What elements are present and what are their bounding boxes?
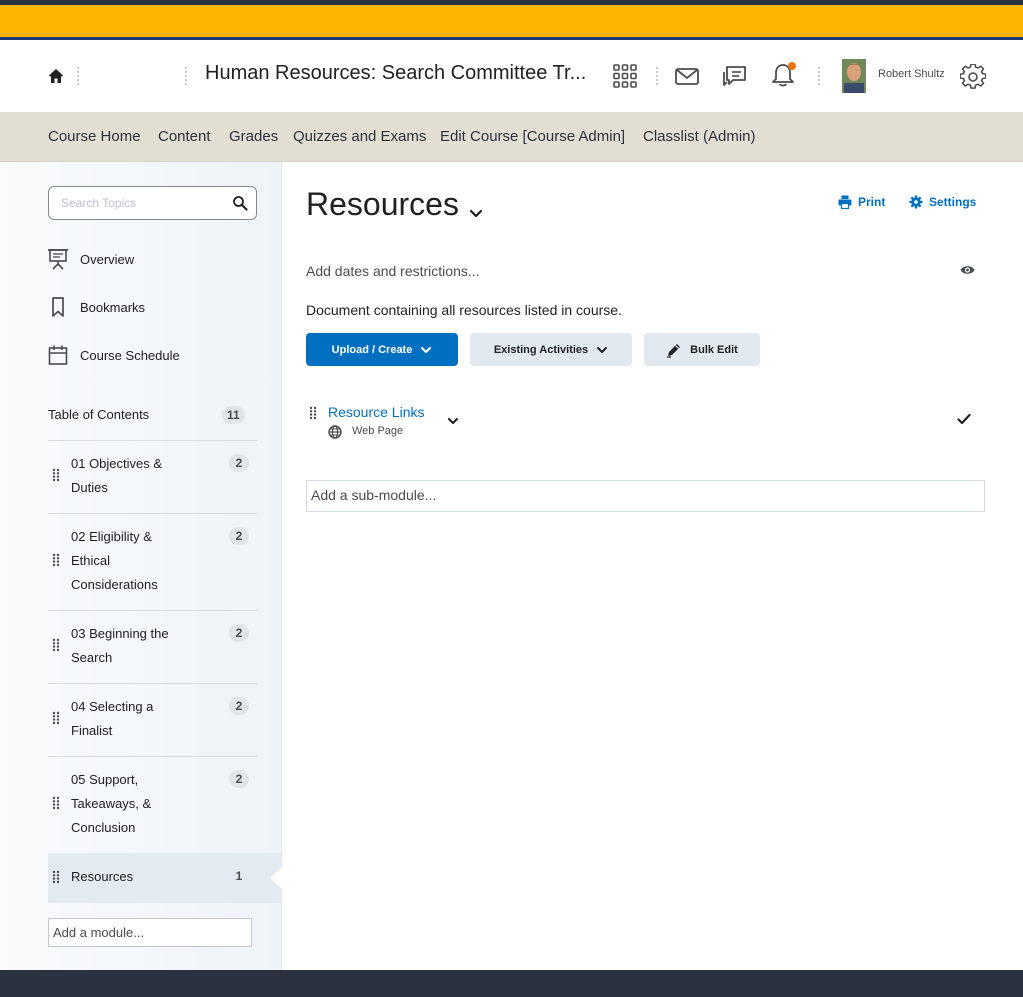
chevron-down-icon xyxy=(421,346,432,353)
existing-activities-button[interactable]: Existing Activities xyxy=(470,333,632,366)
separator xyxy=(818,67,820,85)
module-count-badge: 2 xyxy=(229,770,249,788)
module-count-badge: 2 xyxy=(229,697,249,715)
page-title: Resources xyxy=(306,186,459,222)
checkmark-icon[interactable] xyxy=(957,412,971,426)
module-label: Resources xyxy=(71,869,134,884)
print-label: Print xyxy=(858,195,886,209)
toc-count-badge: 11 xyxy=(222,406,245,424)
module-label: 05 Support, Takeaways, & Conclusion xyxy=(71,772,152,835)
chevron-down-icon xyxy=(597,346,608,353)
search-icon[interactable] xyxy=(232,195,248,211)
divider xyxy=(48,513,257,514)
globe-icon xyxy=(328,425,342,439)
notification-dot xyxy=(788,62,796,70)
module-label: 01 Objectives & Duties xyxy=(71,456,163,495)
separator xyxy=(77,67,79,85)
add-dates-restrictions-link[interactable]: Add dates and restrictions... xyxy=(306,263,480,279)
module-item[interactable]: 03 Beginning the Search 2 xyxy=(48,622,257,670)
drag-handle-icon[interactable] xyxy=(52,711,60,725)
chevron-down-icon[interactable] xyxy=(446,414,460,428)
printer-icon xyxy=(838,195,852,209)
module-item[interactable]: 04 Selecting a Finalist 2 xyxy=(48,695,257,743)
nav-grades[interactable]: Grades xyxy=(229,128,278,145)
add-module-input[interactable]: Add a module... xyxy=(48,918,252,947)
active-indicator xyxy=(270,867,282,889)
bulk-edit-label: Bulk Edit xyxy=(690,343,738,356)
module-label: 03 Beginning the Search xyxy=(71,626,169,665)
module-count-badge: 2 xyxy=(229,527,249,545)
sidebar-item-label: Bookmarks xyxy=(80,300,146,315)
course-title[interactable]: Human Resources: Search Committee Tr... xyxy=(205,62,586,85)
gear-icon xyxy=(909,195,923,209)
module-label: 02 Eligibility & Ethical Considerations xyxy=(71,529,158,592)
table-of-contents-link[interactable]: Table of Contents xyxy=(48,407,149,422)
settings-label: Settings xyxy=(929,195,977,209)
mail-icon[interactable] xyxy=(674,64,700,90)
divider xyxy=(48,440,257,441)
divider xyxy=(48,683,257,684)
drag-handle-icon[interactable] xyxy=(52,638,60,652)
nav-classlist[interactable]: Classlist (Admin) xyxy=(643,128,756,145)
module-count-badge: 2 xyxy=(229,454,249,472)
waffle-icon[interactable] xyxy=(612,63,638,89)
avatar[interactable] xyxy=(842,59,866,93)
minibar: Human Resources: Search Committee Tr... … xyxy=(0,40,1023,112)
module-label: 04 Selecting a Finalist xyxy=(71,699,154,738)
drag-handle-icon[interactable] xyxy=(52,553,60,567)
search-topics[interactable] xyxy=(48,186,257,220)
module-count-badge: 2 xyxy=(229,624,249,642)
topic-link[interactable]: Resource Links xyxy=(328,404,425,420)
existing-activities-label: Existing Activities xyxy=(493,343,589,356)
nav-quizzes[interactable]: Quizzes and Exams xyxy=(293,128,426,145)
presentation-icon xyxy=(48,249,68,270)
module-count-badge: 1 xyxy=(235,869,243,883)
upload-create-label: Upload / Create xyxy=(331,343,413,356)
drag-handle-icon[interactable] xyxy=(52,796,60,810)
bookmark-icon xyxy=(52,297,64,317)
separator xyxy=(185,67,187,85)
calendar-icon xyxy=(48,345,68,365)
content-sidebar: Overview Bookmarks Course Schedule Table… xyxy=(0,162,282,970)
topic-type: Web Page xyxy=(352,425,404,437)
brand-band xyxy=(0,5,1023,37)
search-input[interactable] xyxy=(61,196,221,210)
nav-content[interactable]: Content xyxy=(158,128,211,145)
nav-edit-course[interactable]: Edit Course [Course Admin] xyxy=(440,128,625,145)
divider xyxy=(48,756,257,757)
module-item[interactable]: 05 Support, Takeaways, & Conclusion 2 xyxy=(48,768,257,840)
pencil-icon xyxy=(667,343,681,358)
module-description: Document containing all resources listed… xyxy=(306,302,622,318)
gear-icon[interactable] xyxy=(960,64,986,90)
module-item-resources[interactable]: Resources 1 xyxy=(48,865,257,889)
chevron-down-icon[interactable] xyxy=(468,205,484,221)
eye-icon[interactable] xyxy=(960,264,975,276)
separator xyxy=(656,67,658,85)
divider xyxy=(48,610,257,611)
course-navbar: Course Home Content Grades Quizzes and E… xyxy=(0,112,1023,162)
add-sub-module-input[interactable]: Add a sub-module... xyxy=(306,480,985,512)
sidebar-item-label: Course Schedule xyxy=(80,348,180,363)
bulk-edit-button[interactable]: Bulk Edit xyxy=(644,333,760,366)
nav-course-home[interactable]: Course Home xyxy=(48,128,141,145)
drag-handle-icon[interactable] xyxy=(309,406,317,420)
module-item[interactable]: 02 Eligibility & Ethical Considerations … xyxy=(48,525,257,597)
upload-create-button[interactable]: Upload / Create xyxy=(306,333,458,366)
module-item[interactable]: 01 Objectives & Duties 2 xyxy=(48,452,257,500)
footer-bar xyxy=(0,970,1023,997)
user-name[interactable]: Robert Shultz xyxy=(878,68,945,80)
drag-handle-icon[interactable] xyxy=(52,870,60,884)
home-icon[interactable] xyxy=(47,67,65,85)
chat-icon[interactable] xyxy=(722,64,748,90)
drag-handle-icon[interactable] xyxy=(52,468,60,482)
sidebar-item-label: Overview xyxy=(80,252,135,267)
